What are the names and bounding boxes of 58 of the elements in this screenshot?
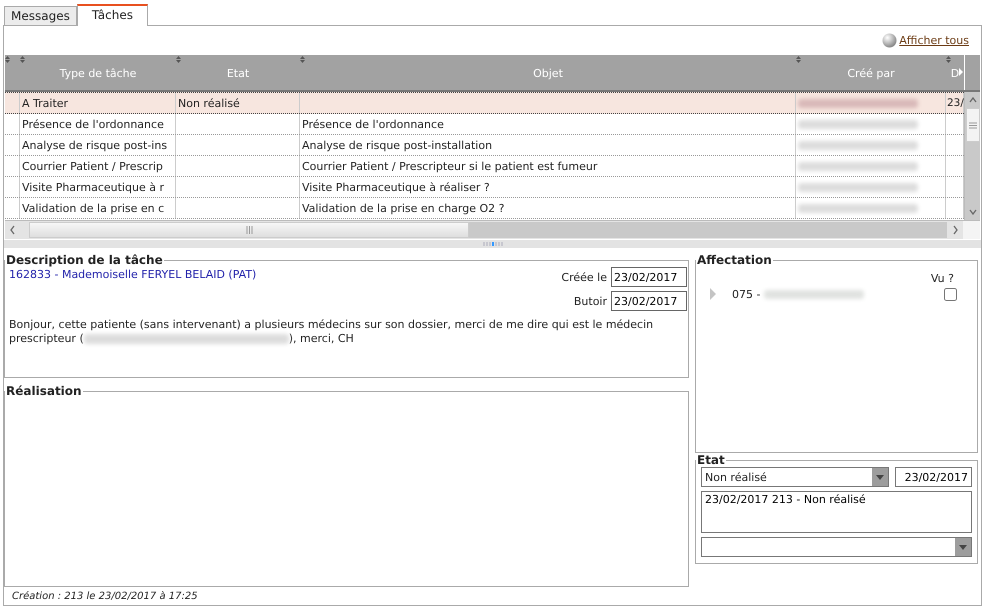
selected-row[interactable]: A Traiter Non réalisé 23/ bbox=[5, 92, 964, 114]
table-cell: 23/ bbox=[947, 97, 964, 109]
table-cell: A Traiter bbox=[22, 96, 68, 110]
table-row[interactable]: Courrier Patient / Prescrip Courrier Patient / Prescripteur si le patient est fumeur bbox=[5, 156, 964, 177]
table-cell: Présence de l'ordonnance bbox=[22, 118, 164, 130]
table-row[interactable]: Visite Pharmaceutique à r Visite Pharmaceutique à réaliser ? bbox=[5, 177, 964, 198]
table-row[interactable]: Présence de l'ordonnance Présence de l'ordonnance bbox=[5, 114, 964, 135]
dropdown[interactable] bbox=[701, 537, 972, 557]
assignee-name: 075 - bbox=[732, 288, 762, 300]
vertical-scrollbar[interactable] bbox=[964, 92, 980, 220]
grip-icon bbox=[246, 226, 252, 234]
table-cell: Non réalisé bbox=[178, 96, 240, 110]
caret-icon bbox=[959, 544, 967, 550]
table-cell: Validation de la prise en charge O2 ? bbox=[302, 202, 504, 214]
field-label: Butoir bbox=[574, 294, 607, 308]
date-field[interactable]: 23/02/2017 bbox=[611, 291, 687, 311]
section-title: Etat bbox=[696, 453, 726, 467]
section-title: Réalisation bbox=[5, 384, 83, 398]
history-field[interactable]: 23/02/2017 213 - Non réalisé bbox=[701, 491, 972, 533]
sort-icon bbox=[5, 56, 10, 63]
section-title: Description de la tâche bbox=[5, 253, 164, 267]
description-text: Bonjour, cette patiente (sans intervenant) a plusieurs médecins sur son dossier, merci de me dire qui est le médecin prescripteur ( ), merci, CH bbox=[9, 318, 654, 346]
scroll-down-icon bbox=[968, 207, 978, 217]
table-cell: Courrier Patient / Prescripteur si le patient est fumeur bbox=[302, 160, 598, 172]
table-cell: Présence de l'ordonnance bbox=[302, 118, 444, 130]
creation-info: Création : 213 le 23/02/2017 à 17:25 bbox=[11, 590, 199, 604]
table-cell: Visite Pharmaceutique à r bbox=[22, 180, 164, 194]
date-field[interactable]: 23/02/2017 bbox=[611, 267, 687, 287]
table-cell: Analyse de risque post-ins bbox=[22, 138, 168, 152]
table-row[interactable]: Analyse de risque post-ins Analyse de risque post-installation bbox=[5, 135, 964, 156]
sort-icon bbox=[176, 56, 181, 63]
table-cell: Visite Pharmaceutique à réaliser ? bbox=[302, 180, 490, 194]
caret-icon bbox=[876, 474, 884, 480]
scroll-up-icon bbox=[968, 95, 978, 105]
scroll-thumb[interactable] bbox=[29, 222, 469, 238]
tab[interactable]: Messages bbox=[4, 6, 77, 25]
field-label: Créée le bbox=[561, 270, 607, 284]
sort-icon bbox=[20, 56, 25, 63]
table-cell: Validation de la prise en c bbox=[22, 202, 164, 214]
horizontal-scrollbar[interactable] bbox=[5, 221, 980, 239]
grip-icon bbox=[482, 242, 502, 246]
seen-checkbox[interactable] bbox=[944, 288, 957, 300]
status-dropdown[interactable]: Non réalisé bbox=[701, 467, 889, 487]
patient-name: 162833 - Mademoiselle FERYEL BELAID (PAT) bbox=[9, 267, 256, 283]
table-cell: Courrier Patient / Prescrip bbox=[22, 160, 163, 172]
date-field[interactable]: 23/02/2017 bbox=[895, 467, 972, 487]
table-row[interactable]: Validation de la prise en c Validation de la prise en charge O2 ? bbox=[5, 198, 964, 219]
sort-icon bbox=[796, 56, 801, 63]
column-header: Vu ? bbox=[930, 272, 954, 285]
section-title: Affectation bbox=[696, 253, 773, 267]
sphere-icon bbox=[882, 33, 898, 48]
scroll-thumb[interactable] bbox=[966, 108, 980, 142]
sort-icon bbox=[946, 56, 951, 63]
table-cell: Analyse de risque post-installation bbox=[302, 138, 492, 152]
tab[interactable]: Tâches bbox=[76, 4, 148, 26]
show-all-link[interactable]: Afficher tous bbox=[899, 34, 969, 47]
sort-icon bbox=[300, 56, 305, 63]
grip-icon bbox=[969, 122, 977, 128]
